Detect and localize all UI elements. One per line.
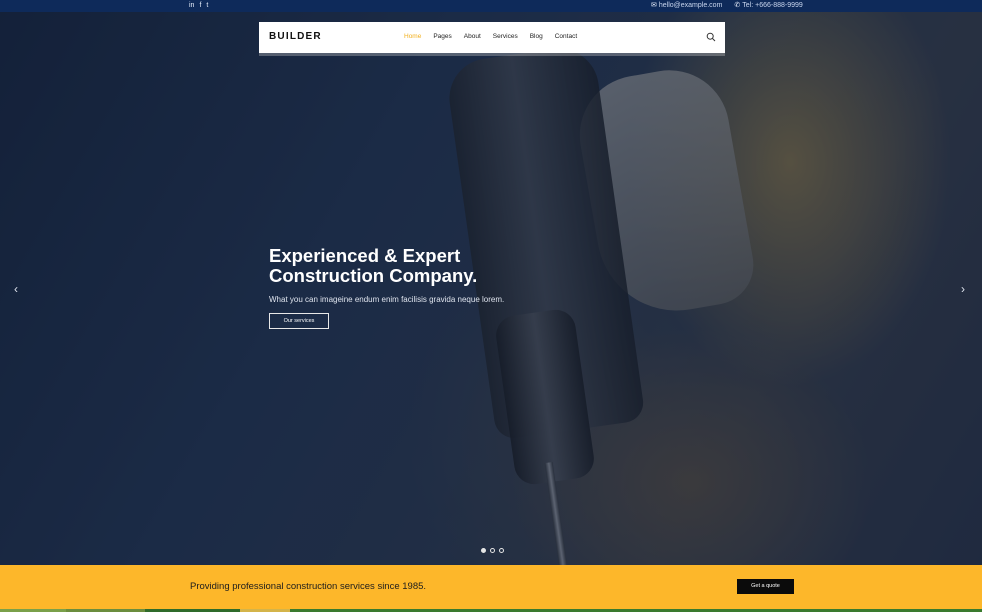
slider-dots — [481, 548, 504, 553]
slider-dot-3[interactable] — [499, 548, 504, 553]
facebook-icon[interactable]: f — [199, 1, 201, 11]
nav-item-pages[interactable]: Pages — [433, 33, 451, 40]
twitter-icon[interactable]: t — [206, 1, 208, 11]
site-logo[interactable]: BUILDER — [269, 31, 322, 42]
cta-banner: Providing professional construction serv… — [0, 565, 982, 609]
cta-text: Providing professional construction serv… — [190, 581, 427, 592]
hero-subtitle: What you can imageine endum enim facilis… — [269, 295, 505, 304]
nav-item-about[interactable]: About — [464, 33, 481, 40]
phone-icon: ✆ — [734, 2, 741, 9]
get-quote-button[interactable]: Get a quote — [737, 579, 794, 594]
email-text: hello@example.com — [658, 2, 723, 9]
nav-menu: Home Pages About Services Blog Contact — [404, 33, 577, 40]
email-link[interactable]: ✉ hello@example.com — [651, 1, 722, 11]
phone-link[interactable]: ✆ Tel: +666-888-9999 — [734, 1, 802, 11]
nav-item-contact[interactable]: Contact — [555, 33, 577, 40]
hero-title-line2: Construction Company. — [269, 265, 478, 286]
slider-prev-icon[interactable]: ‹ — [14, 282, 18, 296]
main-navbar: BUILDER Home Pages About Services Blog C… — [259, 22, 725, 53]
slider-dot-1[interactable] — [481, 548, 486, 553]
mail-icon: ✉ — [651, 2, 657, 9]
contact-info: ✉ hello@example.com ✆ Tel: +666-888-9999 — [651, 1, 803, 11]
hero-content: Experienced & Expert Construction Compan… — [269, 246, 569, 329]
search-icon[interactable] — [706, 32, 716, 42]
linkedin-icon[interactable]: in — [189, 1, 194, 11]
nav-item-services[interactable]: Services — [493, 33, 518, 40]
nav-item-blog[interactable]: Blog — [530, 33, 543, 40]
slider-dot-2[interactable] — [490, 548, 495, 553]
our-services-button[interactable]: Our services — [269, 313, 329, 329]
hero-title: Experienced & Expert Construction Compan… — [269, 246, 569, 286]
slider-next-icon[interactable]: › — [961, 282, 965, 296]
social-links: in f t — [189, 1, 208, 11]
top-bar: in f t ✉ hello@example.com ✆ Tel: +666-8… — [0, 0, 982, 12]
hero-title-line1: Experienced & Expert — [269, 245, 461, 266]
nav-item-home[interactable]: Home — [404, 33, 421, 40]
phone-text: Tel: +666-888-9999 — [742, 2, 803, 9]
